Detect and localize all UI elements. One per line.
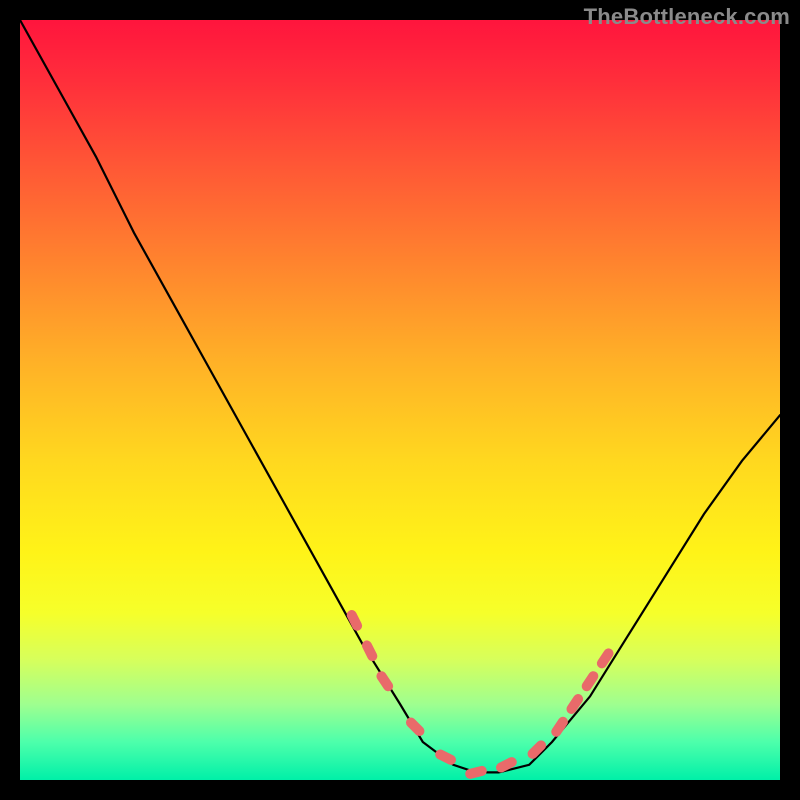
- threshold-marker: [464, 765, 488, 780]
- threshold-marker: [375, 669, 396, 693]
- threshold-marker: [595, 646, 616, 670]
- chart-svg: [20, 20, 780, 780]
- marker-group: [345, 608, 615, 780]
- chart-card: TheBottleneck.com: [0, 0, 800, 800]
- threshold-marker: [434, 748, 458, 767]
- curve-group: [20, 20, 780, 772]
- threshold-marker: [549, 715, 570, 739]
- threshold-marker: [404, 715, 427, 738]
- threshold-marker: [360, 639, 379, 663]
- bottleneck-curve: [20, 20, 780, 772]
- threshold-marker: [494, 755, 518, 774]
- watermark-label: TheBottleneck.com: [584, 4, 790, 30]
- threshold-marker: [565, 692, 586, 716]
- threshold-marker: [345, 608, 364, 632]
- threshold-marker: [580, 669, 601, 693]
- plot-area: [20, 20, 780, 780]
- threshold-marker: [525, 738, 548, 761]
